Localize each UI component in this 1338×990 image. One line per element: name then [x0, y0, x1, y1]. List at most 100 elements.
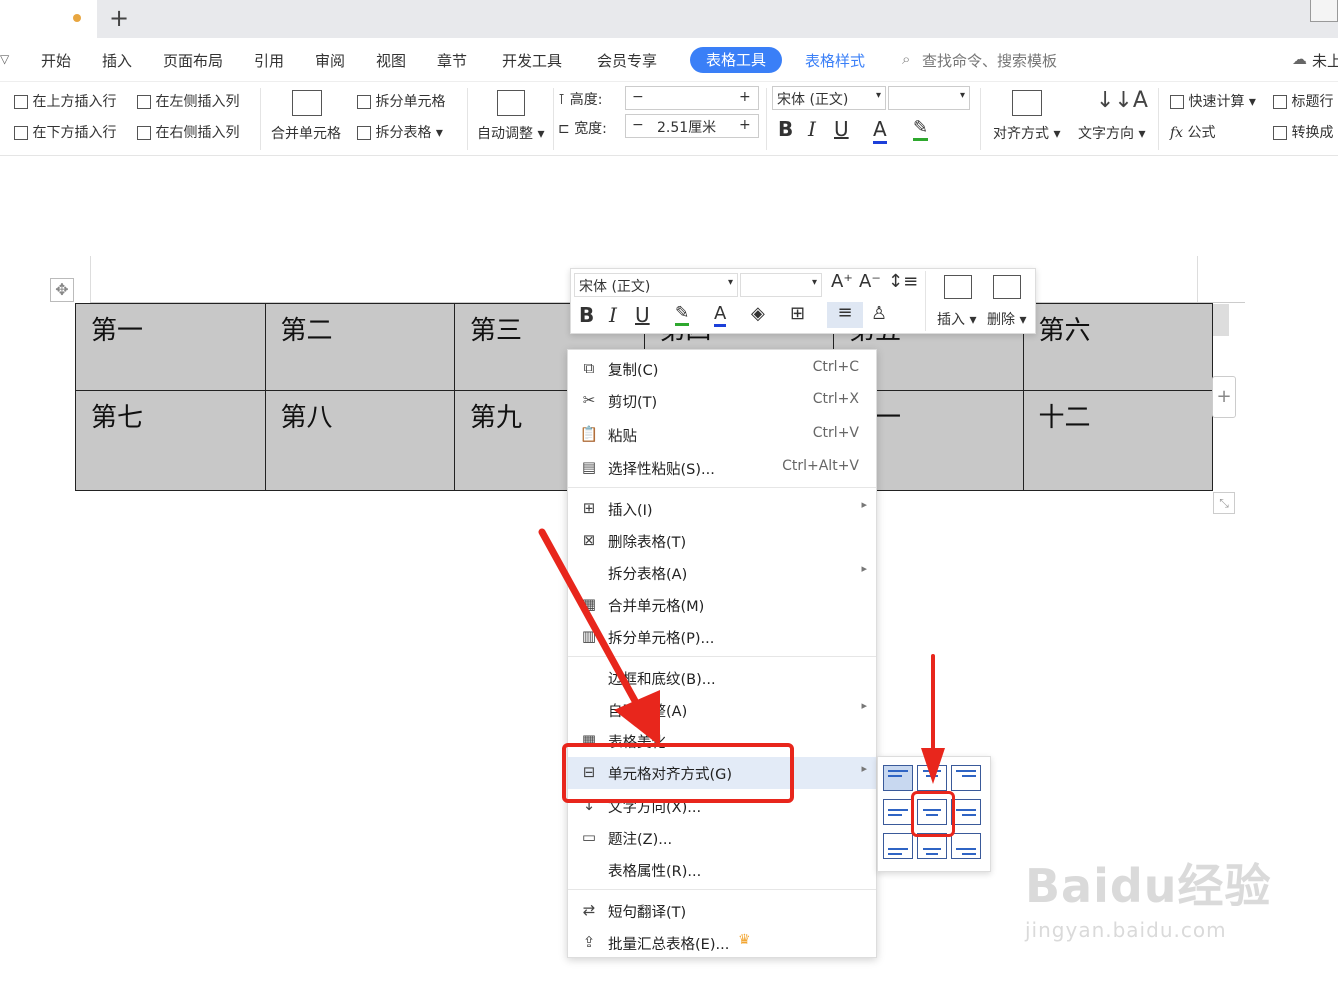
- font-name-value: 宋体 (正文): [777, 92, 849, 108]
- italic-icon[interactable]: I: [808, 117, 816, 141]
- table-cell[interactable]: 第六: [1022, 303, 1213, 391]
- height-plus[interactable]: +: [739, 89, 751, 105]
- align-middle-left-icon[interactable]: [883, 799, 913, 825]
- mini-bold-icon[interactable]: B: [579, 303, 594, 327]
- title-row-icon: [1273, 95, 1287, 109]
- menu-separator: [568, 487, 876, 488]
- merge-cells-button[interactable]: 合并单元格: [271, 123, 341, 143]
- new-tab-button[interactable]: +: [108, 4, 130, 32]
- insert-left-button[interactable]: 在左侧插入列: [137, 91, 239, 111]
- tab-home[interactable]: 开始: [41, 50, 71, 71]
- upload-icon: ⇪: [582, 933, 596, 951]
- tab-chapter[interactable]: 章节: [437, 50, 467, 71]
- menu-item-caption[interactable]: ▭ 题注(Z)...: [568, 822, 876, 852]
- grow-font-icon[interactable]: A⁺: [831, 271, 853, 292]
- menu-item-table-properties[interactable]: 表格属性(R)...: [568, 854, 876, 884]
- insert-below-button[interactable]: 在下方插入行: [14, 122, 116, 142]
- align-top-right-icon[interactable]: [951, 765, 981, 791]
- line-spacing-icon[interactable]: ↕≡: [888, 271, 918, 292]
- cloud-icon[interactable]: ☁: [1292, 50, 1307, 68]
- menu-item-insert[interactable]: ⊞ 插入(I) ▸: [568, 493, 876, 523]
- mini-underline-icon[interactable]: U: [635, 303, 650, 327]
- width-field[interactable]: − 2.51厘米 +: [625, 114, 759, 138]
- menu-item-translate[interactable]: ⇄ 短句翻译(T): [568, 895, 876, 925]
- menu-item-cut[interactable]: ✂ 剪切(T) Ctrl+X: [568, 385, 876, 415]
- paste-special-shortcut: Ctrl+Alt+V: [782, 458, 859, 474]
- mini-font-select[interactable]: 宋体 (正文) ▾: [574, 273, 738, 297]
- cloud-label[interactable]: 未上: [1312, 50, 1338, 71]
- highlight-icon[interactable]: ✎: [913, 117, 929, 141]
- auto-adjust-button[interactable]: 自动调整 ▾: [477, 123, 544, 143]
- table-cell[interactable]: 十二: [1022, 390, 1213, 491]
- table-cell[interactable]: 第七: [75, 390, 266, 491]
- tab-view[interactable]: 视图: [376, 50, 406, 71]
- tab-table-tools[interactable]: 表格工具: [690, 47, 782, 73]
- menu-item-paste-special[interactable]: ▤ 选择性粘贴(S)... Ctrl+Alt+V: [568, 452, 876, 482]
- tab-table-style[interactable]: 表格样式: [805, 50, 865, 71]
- mini-delete-label: 删除: [987, 312, 1015, 328]
- table-cell[interactable]: 第八: [264, 390, 455, 491]
- search-icon[interactable]: ⌕: [902, 50, 910, 68]
- mini-shading-icon[interactable]: ◈: [751, 303, 765, 324]
- annotation-arrow-icon: [538, 528, 660, 746]
- tab-insert[interactable]: 插入: [102, 50, 132, 71]
- font-size-select[interactable]: ▾: [888, 86, 970, 110]
- mini-font-color-icon[interactable]: A: [714, 303, 727, 327]
- mini-delete-button[interactable]: 删除 ▾: [987, 309, 1026, 329]
- formula-button[interactable]: fx 公式: [1170, 122, 1216, 142]
- mini-size-select[interactable]: ▾: [740, 273, 822, 297]
- tab-review[interactable]: 审阅: [315, 50, 345, 71]
- chevron-icon[interactable]: ▽: [0, 52, 9, 66]
- convert-button[interactable]: 转换成: [1273, 122, 1333, 142]
- table-cell[interactable]: 第二: [264, 303, 455, 391]
- width-plus[interactable]: +: [739, 117, 751, 133]
- width-minus[interactable]: −: [632, 117, 644, 133]
- mini-insert-button[interactable]: 插入 ▾: [937, 309, 976, 329]
- tab-layout[interactable]: 页面布局: [163, 50, 223, 71]
- mini-border-icon[interactable]: ⊞: [790, 303, 805, 324]
- calculator-icon: [1170, 95, 1184, 109]
- table-resize-icon[interactable]: ⤡: [1213, 492, 1235, 514]
- document-tab[interactable]: [0, 0, 97, 38]
- insert-label: 插入(I): [608, 503, 653, 519]
- table-move-handle-icon[interactable]: ✥: [50, 278, 74, 302]
- font-color-icon[interactable]: A: [873, 117, 887, 144]
- mini-italic-icon[interactable]: I: [609, 303, 617, 327]
- align-top-left-icon[interactable]: [883, 765, 913, 791]
- font-name-select[interactable]: 宋体 (正文) ▾: [772, 86, 886, 110]
- shrink-font-icon[interactable]: A⁻: [859, 271, 881, 292]
- mini-highlight-icon[interactable]: ✎: [675, 303, 690, 326]
- align-bottom-left-icon[interactable]: [883, 833, 913, 859]
- window-thumbnail-icon[interactable]: [1310, 0, 1338, 22]
- title-row-button[interactable]: 标题行: [1273, 91, 1333, 111]
- align-bottom-right-icon[interactable]: [951, 833, 981, 859]
- tab-references[interactable]: 引用: [254, 50, 284, 71]
- mini-align-icon[interactable]: ≡: [827, 302, 863, 328]
- tab-member[interactable]: 会员专享: [597, 50, 657, 71]
- align-icon: [1012, 90, 1042, 116]
- split-table-button[interactable]: 拆分表格 ▾: [357, 122, 443, 142]
- split-cells-button[interactable]: 拆分单元格: [357, 91, 445, 111]
- insert-above-button[interactable]: 在上方插入行: [14, 91, 116, 111]
- text-direction-button[interactable]: 文字方向 ▾: [1078, 123, 1145, 143]
- quick-calc-button[interactable]: 快速计算 ▾: [1170, 91, 1256, 111]
- insert-col-right-icon: [137, 126, 151, 140]
- tab-developer[interactable]: 开发工具: [502, 50, 562, 71]
- height-field[interactable]: − +: [625, 86, 759, 110]
- menu-item-copy[interactable]: ⧉ 复制(C) Ctrl+C: [568, 353, 876, 383]
- align-button[interactable]: 对齐方式 ▾: [993, 123, 1060, 143]
- menu-item-batch-sum[interactable]: ⇪ 批量汇总表格(E)... ♛: [568, 927, 876, 957]
- search-input[interactable]: 查找命令、搜索模板: [922, 50, 1057, 71]
- insert-right-button[interactable]: 在右侧插入列: [137, 122, 239, 142]
- height-minus[interactable]: −: [632, 89, 644, 105]
- underline-icon[interactable]: U: [834, 117, 849, 141]
- menu-item-paste[interactable]: 📋 粘贴 Ctrl+V: [568, 419, 876, 449]
- divider: [553, 88, 554, 150]
- unsaved-dot-icon: [73, 14, 81, 22]
- bold-icon[interactable]: B: [778, 117, 793, 141]
- width-value[interactable]: 2.51厘米: [657, 117, 716, 137]
- align-middle-right-icon[interactable]: [951, 799, 981, 825]
- format-painter-icon[interactable]: ♙: [871, 303, 887, 324]
- table-cell[interactable]: 第一: [75, 303, 266, 391]
- add-column-button[interactable]: +: [1212, 376, 1236, 418]
